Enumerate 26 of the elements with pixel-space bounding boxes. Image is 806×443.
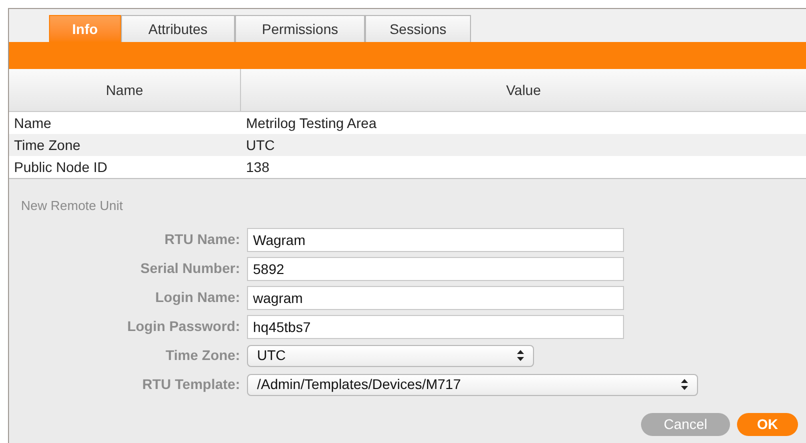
column-header[interactable]: Value <box>241 69 806 111</box>
table-cell-text: Metrilog Testing Area <box>245 114 376 133</box>
section-title: New Remote Unit <box>21 197 124 215</box>
field-label: Serial Number: <box>139 259 241 278</box>
tab[interactable]: Permissions <box>235 15 365 42</box>
input-field[interactable]: Wagram <box>247 228 624 252</box>
tab[interactable]: Attributes <box>121 15 235 42</box>
table-cell-text: UTC <box>245 136 275 154</box>
stepper-icon <box>681 379 688 390</box>
table-cell-text: 138 <box>245 158 270 176</box>
field-label: RTU Template: <box>141 375 241 394</box>
table-cell-text: Time Zone <box>13 136 82 154</box>
input-field[interactable]: hq45tbs7 <box>247 314 624 338</box>
table-cell-text: Name <box>13 114 52 132</box>
table-cell-text: Public Node ID <box>13 158 108 176</box>
field-label: Time Zone: <box>164 346 241 365</box>
column-header[interactable]: Name <box>9 69 241 111</box>
field-label: Login Password: <box>126 317 241 336</box>
tab[interactable]: Sessions <box>365 15 471 42</box>
stepper-icon <box>517 350 524 361</box>
field-label: Login Name: <box>154 288 241 307</box>
input-field[interactable]: wagram <box>247 286 624 310</box>
dropdown[interactable]: /Admin/Templates/Devices/M717 <box>247 374 698 396</box>
field-label: RTU Name: <box>164 230 241 249</box>
dropdown[interactable]: UTC <box>247 344 534 366</box>
input-field[interactable]: 5892 <box>247 256 624 280</box>
